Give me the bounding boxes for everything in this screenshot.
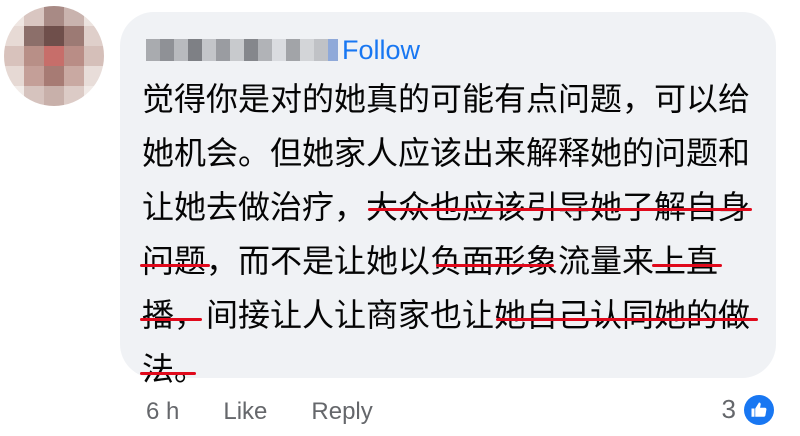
comment-header: Follow <box>146 30 420 70</box>
author-name-pixelated[interactable] <box>146 38 338 62</box>
red-underline <box>436 264 554 267</box>
comment-line: 让她去做治疗，大众也应该引导她了解自身 <box>142 188 751 226</box>
comment-line: 播，间接让人让商家也让她自己认同她的做 <box>142 296 751 334</box>
avatar[interactable] <box>4 6 104 106</box>
red-underline <box>140 318 202 321</box>
comment-line: 法。 <box>142 350 207 388</box>
comment-actions: 6 h Like Reply <box>146 392 373 432</box>
red-underline <box>496 318 758 321</box>
timestamp[interactable]: 6 h <box>146 398 179 426</box>
reply-button[interactable]: Reply <box>311 398 372 426</box>
comment-page: Follow 觉得你是对的她真的可能有点问题，可以给 她机会。但她家人应该出来解… <box>0 0 800 436</box>
reaction-summary[interactable]: 3 <box>722 394 774 425</box>
red-underline <box>368 208 752 211</box>
comment-line: 问题，而不是让她以负面形象流量来上直 <box>142 242 719 280</box>
reaction-count: 3 <box>721 394 736 424</box>
comment-text: 觉得你是对的她真的可能有点问题，可以给 她机会。但她家人应该出来解释她的问题和 … <box>142 72 762 396</box>
comment-line: 觉得你是对的她真的可能有点问题，可以给 <box>142 80 751 118</box>
comment-line: 她机会。但她家人应该出来解释她的问题和 <box>142 134 751 172</box>
red-underline <box>140 264 210 267</box>
red-underline <box>140 372 196 375</box>
red-underline <box>652 264 722 267</box>
thumbs-up-icon <box>744 394 774 425</box>
like-button[interactable]: Like <box>223 398 267 426</box>
follow-link[interactable]: Follow <box>342 35 420 66</box>
